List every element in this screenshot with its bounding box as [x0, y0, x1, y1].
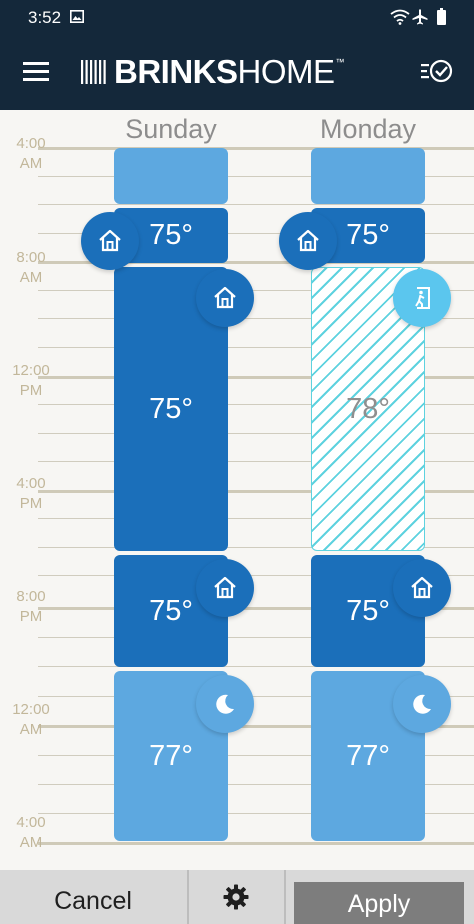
day-header-sunday: Sunday	[125, 114, 217, 144]
home-icon	[411, 576, 433, 599]
block-temperature: 75°	[149, 392, 193, 425]
home-icon	[214, 576, 236, 599]
away-mode-badge-monday-day[interactable]	[393, 269, 451, 327]
time-label: 12:00 PM	[0, 361, 62, 401]
time-label-hour: 4:00	[16, 135, 46, 152]
time-label: 8:00 AM	[0, 248, 62, 288]
block-temperature: 75°	[346, 219, 390, 251]
home-mode-badge-sunday-day[interactable]	[196, 269, 254, 327]
apply-button[interactable]: Apply	[294, 882, 464, 924]
time-label-period: PM	[19, 382, 43, 399]
block-temperature: 75°	[149, 594, 193, 627]
sleep-mode-badge-sunday-night[interactable]	[196, 675, 254, 733]
divider	[187, 870, 189, 924]
app-header: BRINKS HOME ™	[0, 34, 474, 110]
logo-text-bold: BRINKS	[114, 53, 238, 90]
settings-button[interactable]	[190, 870, 282, 924]
time-label-hour: 12:00	[12, 362, 50, 379]
time-label: 12:00 AM	[0, 700, 62, 740]
logo-text-light: HOME	[237, 53, 336, 90]
block-temperature: 75°	[149, 219, 193, 251]
sleep-mode-badge-monday-night[interactable]	[393, 675, 451, 733]
hamburger-menu-icon[interactable]	[23, 60, 51, 82]
schedule-block-sunday-sleep-early[interactable]	[114, 148, 228, 204]
logo-trademark: ™	[335, 57, 345, 67]
bottom-action-bar: Cancel Apply	[0, 870, 474, 924]
home-mode-badge-monday-evening[interactable]	[393, 559, 451, 617]
home-mode-badge-sunday-morning[interactable]	[81, 212, 139, 270]
home-mode-badge-sunday-evening[interactable]	[196, 559, 254, 617]
logo-bars-icon	[81, 60, 106, 84]
away-door-icon	[415, 287, 430, 309]
status-bar: 3:52	[0, 0, 474, 34]
day-header-monday: Monday	[319, 114, 417, 144]
battery-icon	[437, 8, 446, 25]
weekly-schedule: 4:00 AM 8:00 AM 12:00 PM 4:00 PM 8:00 PM…	[0, 110, 474, 870]
schedule-list-check-icon[interactable]	[420, 57, 454, 85]
schedule-block-monday-sleep-early[interactable]	[311, 148, 425, 204]
wifi-icon	[390, 9, 410, 25]
home-icon	[99, 229, 121, 252]
home-icon	[297, 229, 319, 252]
gridline-major	[38, 842, 474, 845]
time-label-hour: 8:00	[16, 249, 46, 266]
block-temperature: 75°	[346, 594, 390, 627]
time-label-period: PM	[19, 608, 43, 625]
divider	[284, 870, 286, 924]
status-time: 3:52	[28, 8, 62, 27]
time-label-hour: 12:00	[12, 701, 50, 718]
home-icon	[214, 286, 236, 309]
time-label: 4:00 PM	[0, 474, 62, 514]
time-label-period: AM	[19, 155, 43, 172]
time-label-period: AM	[19, 721, 43, 738]
time-label-period: AM	[19, 269, 43, 286]
block-temperature: 77°	[346, 739, 390, 772]
home-mode-badge-monday-morning[interactable]	[279, 212, 337, 270]
time-label: 4:00 AM	[0, 813, 62, 853]
airplane-icon	[412, 9, 428, 25]
block-temperature: 77°	[149, 739, 193, 772]
gridline	[38, 204, 474, 205]
gear-icon	[223, 884, 249, 910]
block-temperature: 78°	[346, 392, 390, 425]
time-label-period: PM	[19, 495, 43, 512]
time-label-hour: 8:00	[16, 588, 46, 605]
cancel-button[interactable]: Cancel	[0, 870, 186, 924]
time-label-hour: 4:00	[16, 475, 46, 492]
time-label: 4:00 AM	[0, 134, 62, 174]
brinks-home-logo: BRINKS HOME ™	[80, 53, 345, 90]
time-label-hour: 4:00	[16, 814, 46, 831]
moon-icon	[216, 694, 234, 714]
moon-icon	[413, 694, 431, 714]
time-label: 8:00 PM	[0, 587, 62, 627]
time-label-period: AM	[19, 834, 43, 851]
image-icon	[70, 10, 84, 23]
